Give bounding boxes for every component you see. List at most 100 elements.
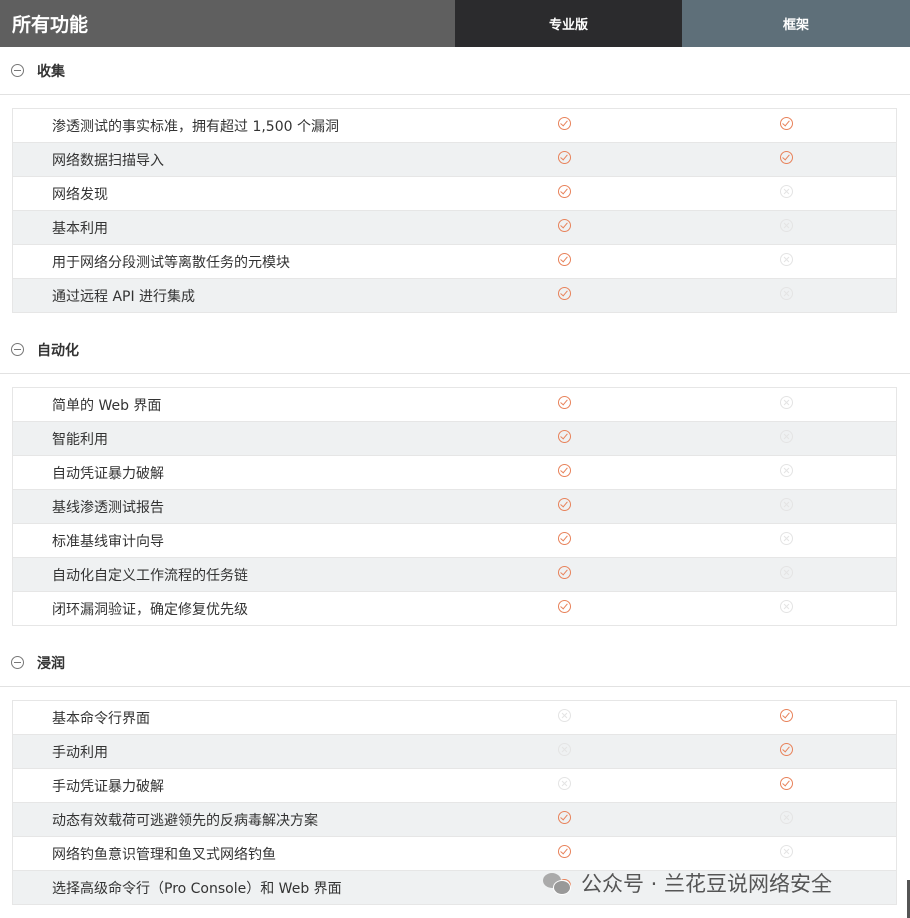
cross-circle-icon [779,430,793,443]
check-circle-icon [557,151,571,164]
check-circle-icon [779,151,793,164]
cross-circle-icon [779,498,793,511]
feature-label: 标准基线审计向导 [52,533,164,550]
section-title: 浸润 [37,655,65,672]
feature-label: 闭环漏洞验证，确定修复优先级 [52,601,248,618]
feature-label: 通过远程 API 进行集成 [52,288,196,305]
feature-row: 智能利用 [13,422,896,456]
section-header[interactable]: 浸润 [0,639,910,687]
feature-row: 标准基线审计向导 [13,524,896,558]
check-circle-icon [557,845,571,858]
framework-cell [677,566,896,583]
feature-label: 基线渗透测试报告 [52,499,164,516]
feature-row: 基本利用 [13,211,896,245]
framework-cell [677,430,896,447]
framework-cell [677,777,896,794]
pro-cell [452,743,676,760]
framework-cell [677,498,896,515]
check-circle-icon [557,287,571,300]
feature-sections: 收集渗透测试的事实标准，拥有超过 1,500 个漏洞 网络数据扫描导入 网络发现基本… [0,47,910,905]
pro-cell [452,811,676,828]
cross-circle-icon [779,532,793,545]
framework-cell [677,532,896,549]
feature-row: 简单的 Web 界面 [13,388,896,422]
feature-row: 通过远程 API 进行集成 [13,279,896,313]
pro-cell [452,566,676,583]
check-circle-icon [557,566,571,579]
feature-label: 动态有效载荷可逃避领先的反病毒解决方案 [52,812,318,829]
feature-row: 手动利用 [13,735,896,769]
feature-label: 网络数据扫描导入 [52,152,164,169]
framework-cell [677,845,896,862]
check-circle-icon [779,777,793,790]
cross-circle-icon [779,845,793,858]
pro-cell [452,253,676,270]
pro-cell [452,464,676,481]
pro-cell [452,532,676,549]
cross-circle-icon [779,811,793,824]
feature-label: 自动凭证暴力破解 [52,465,164,482]
pro-cell [452,430,676,447]
section-title: 收集 [37,63,65,80]
feature-row: 自动凭证暴力破解 [13,456,896,490]
section-header[interactable]: 自动化 [0,326,910,374]
watermark: 公众号 · 兰花豆说网络安全 [543,868,832,898]
feature-table: 简单的 Web 界面 智能利用自动凭证暴力破解 基线渗透测试报告 标准基线审计向导自动… [12,387,897,626]
feature-row: 基线渗透测试报告 [13,490,896,524]
framework-cell [677,743,896,760]
cross-circle-icon [779,185,793,198]
check-circle-icon [557,430,571,443]
collapse-icon[interactable] [11,343,24,356]
check-circle-icon [557,498,571,511]
feature-row: 网络发现 [13,177,896,211]
framework-cell [677,600,896,617]
feature-label: 智能利用 [52,431,108,448]
section-header[interactable]: 收集 [0,47,910,95]
feature-row: 网络钓鱼意识管理和鱼叉式网络钓鱼 [13,837,896,871]
feature-label: 手动利用 [52,744,108,761]
feature-label: 渗透测试的事实标准，拥有超过 1,500 个漏洞 [52,118,339,135]
feature-row: 网络数据扫描导入 [13,143,896,177]
feature-label: 基本利用 [52,220,108,237]
column-header-pro: 专业版 [455,0,682,47]
framework-cell [677,709,896,726]
cross-circle-icon [557,709,571,722]
framework-cell [677,253,896,270]
feature-row: 基本命令行界面 [13,701,896,735]
section-title: 自动化 [37,342,79,359]
feature-label: 简单的 Web 界面 [52,397,162,414]
pro-cell [452,600,676,617]
collapse-icon[interactable] [11,64,24,77]
pro-cell [452,287,676,304]
cross-circle-icon [779,219,793,232]
feature-row: 闭环漏洞验证，确定修复优先级 [13,592,896,626]
pro-cell [452,185,676,202]
cross-circle-icon [557,743,571,756]
cross-circle-icon [779,396,793,409]
check-circle-icon [557,219,571,232]
watermark-text: 公众号 · 兰花豆说网络安全 [581,872,833,896]
feature-label: 用于网络分段测试等离散任务的元模块 [52,254,290,271]
cross-circle-icon [779,253,793,266]
collapse-icon[interactable] [11,656,24,669]
feature-label: 手动凭证暴力破解 [52,778,164,795]
check-circle-icon [779,743,793,756]
pro-cell [452,845,676,862]
framework-cell [677,811,896,828]
pro-cell [452,151,676,168]
column-header-framework: 框架 [682,0,910,47]
check-circle-icon [557,253,571,266]
feature-label: 自动化自定义工作流程的任务链 [52,567,248,584]
check-circle-icon [557,600,571,613]
feature-row: 动态有效载荷可逃避领先的反病毒解决方案 [13,803,896,837]
feature-label: 基本命令行界面 [52,710,150,727]
cross-circle-icon [779,600,793,613]
check-circle-icon [557,396,571,409]
feature-label: 网络钓鱼意识管理和鱼叉式网络钓鱼 [52,846,276,863]
check-circle-icon [779,117,793,130]
framework-cell [677,185,896,202]
pro-cell [452,709,676,726]
framework-cell [677,464,896,481]
feature-label: 网络发现 [52,186,108,203]
feature-row: 手动凭证暴力破解 [13,769,896,803]
